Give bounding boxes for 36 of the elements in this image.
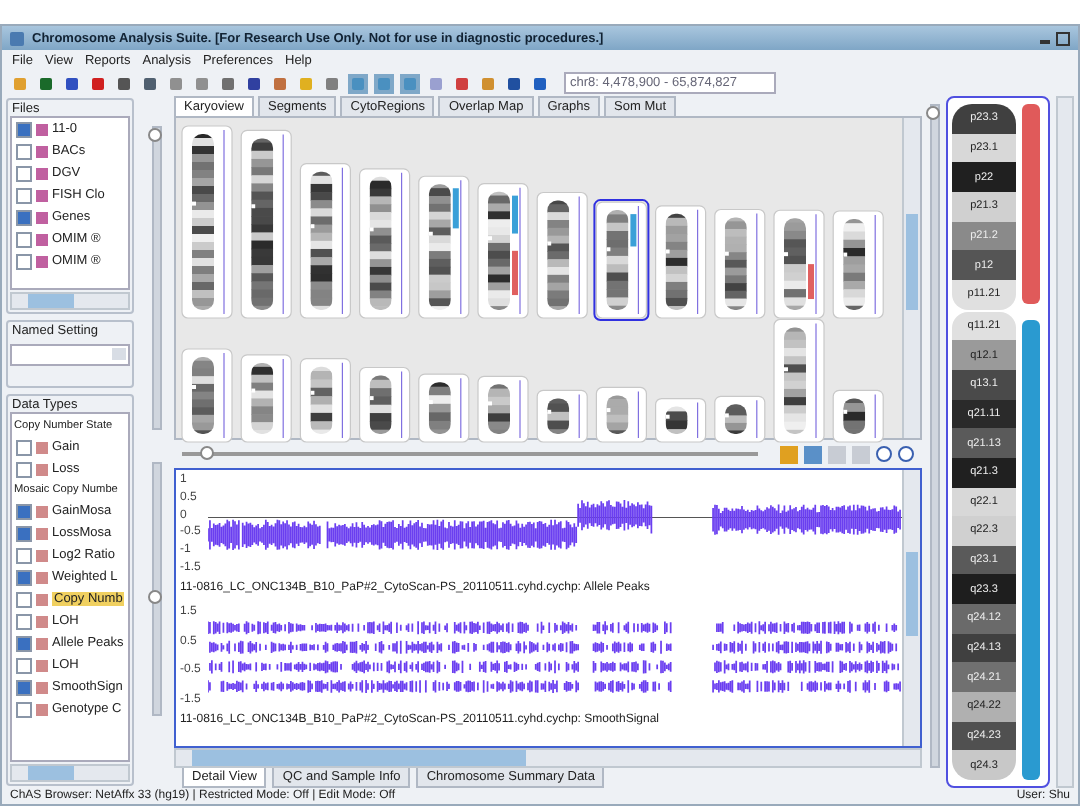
scrollbar[interactable] [1056, 96, 1074, 788]
checkbox[interactable] [16, 231, 32, 247]
maximize-button[interactable] [1056, 31, 1070, 45]
checkbox[interactable] [16, 165, 32, 181]
scrollbar[interactable] [10, 764, 130, 782]
zoom-slider[interactable] [151, 126, 161, 430]
checkbox[interactable] [16, 253, 32, 269]
checkbox[interactable] [16, 591, 32, 607]
checkbox[interactable] [16, 701, 32, 717]
checkbox[interactable] [16, 635, 32, 651]
zoom-slider[interactable] [151, 462, 161, 716]
checkbox[interactable] [16, 679, 32, 695]
slider-thumb[interactable] [199, 446, 214, 460]
setting-dropdown[interactable] [10, 344, 130, 366]
zoom-slider[interactable] [930, 104, 940, 768]
checkbox[interactable] [16, 525, 32, 541]
checkbox[interactable] [16, 143, 32, 159]
checkbox[interactable] [16, 121, 32, 137]
minimize-button[interactable] [1040, 39, 1050, 43]
checkbox[interactable] [16, 209, 32, 225]
checkbox[interactable] [16, 503, 32, 519]
checkbox[interactable] [16, 439, 32, 455]
app-icon [10, 31, 24, 45]
scrollbar[interactable] [902, 118, 920, 438]
scrollbar[interactable] [902, 470, 920, 746]
checkbox[interactable] [16, 613, 32, 629]
checkbox[interactable] [16, 569, 32, 585]
slider-thumb[interactable] [147, 589, 161, 603]
slider-thumb[interactable] [147, 128, 161, 142]
slider-thumb[interactable] [926, 106, 940, 120]
checkbox[interactable] [16, 547, 32, 563]
checkbox[interactable] [16, 187, 32, 203]
scrollbar[interactable] [10, 292, 130, 310]
checkbox[interactable] [16, 657, 32, 673]
scrollbar[interactable] [174, 748, 922, 768]
checkbox[interactable] [16, 461, 32, 477]
